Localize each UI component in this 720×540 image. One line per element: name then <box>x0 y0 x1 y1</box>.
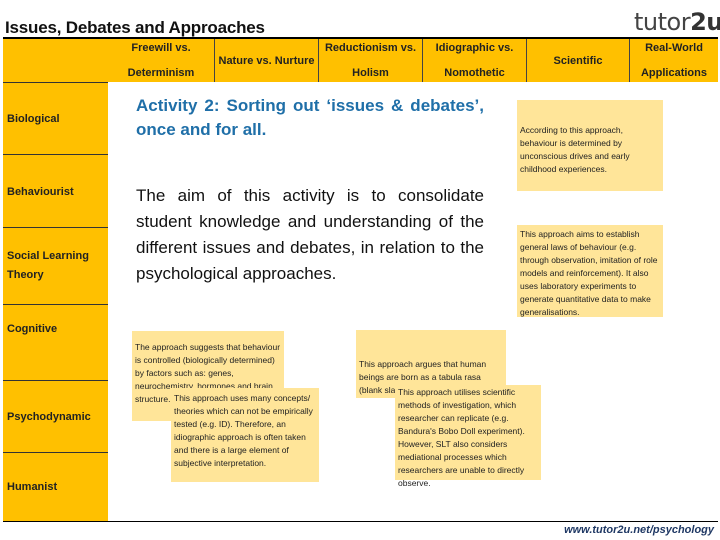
approach-label: Cognitive <box>7 323 58 335</box>
approach-psychodynamic: Psychodynamic <box>3 381 108 453</box>
header-nature-nurture: Nature vs. Nurture <box>214 39 318 82</box>
header-line: Determinism <box>127 67 195 79</box>
card-text: This approach aims to establish general … <box>520 229 658 317</box>
sort-card-psychodynamic-determinism[interactable]: According to this approach, behaviour is… <box>517 100 663 191</box>
header-line: Real-World <box>645 42 703 54</box>
footer-url[interactable]: www.tutor2u.net/psychology <box>564 524 714 536</box>
header-reductionism-holism: Reductionism vs. Holism <box>318 39 422 82</box>
sort-card-psychodynamic-scientific[interactable]: This approach uses many concepts/ theori… <box>171 388 319 482</box>
approach-biological: Biological <box>3 84 108 154</box>
logo-accent: 2u <box>690 8 720 36</box>
header-freewill-determinism: Freewill vs. Determinism <box>108 39 214 82</box>
header-idiographic-nomothetic: Idiographic vs. Nomothetic <box>422 39 526 82</box>
header-line: Freewill vs. <box>131 42 191 54</box>
header-real-world-applications: Real-World Applications <box>629 39 718 82</box>
approaches-sidebar: Biological Behaviourist Social Learning … <box>3 82 108 522</box>
approach-humanist: Humanist <box>3 453 108 522</box>
card-text: This approach utilises scientific method… <box>398 387 525 488</box>
approach-behaviourist: Behaviourist <box>3 155 108 227</box>
page-title: Issues, Debates and Approaches <box>5 18 265 37</box>
activity-description: The aim of this activity is to consolida… <box>136 186 484 283</box>
approach-label: Psychodynamic <box>7 410 91 423</box>
approach-cognitive: Cognitive <box>3 305 108 380</box>
header-line: Applications <box>640 67 707 79</box>
footer-divider <box>3 521 718 522</box>
header-line: Idiographic vs. <box>435 42 514 54</box>
header-line: Nomothetic <box>444 67 505 79</box>
issues-header-bar: Freewill vs. Determinism Nature vs. Nurt… <box>3 37 718 82</box>
header-scientific: Scientific <box>526 39 629 82</box>
header-line: Nature vs. Nurture <box>218 54 315 67</box>
approach-label: Humanist <box>7 481 58 493</box>
tutor2u-logo: tutor2u ✳ <box>634 8 720 36</box>
header-line: Scientific <box>553 54 603 67</box>
card-text: According to this approach, behaviour is… <box>520 125 630 174</box>
sort-card-behaviourist-nomothetic[interactable]: This approach aims to establish general … <box>517 225 663 317</box>
row-divider <box>3 82 108 83</box>
header-line: Reductionism vs. <box>324 42 417 54</box>
approach-label: Social Learning Theory <box>7 250 89 281</box>
approach-label: Behaviourist <box>7 186 74 198</box>
logo-text: tutor <box>634 8 691 36</box>
sort-card-slt-scientific[interactable]: This approach utilises scientific method… <box>395 385 541 488</box>
approach-label: Biological <box>7 112 60 125</box>
approach-social-learning-theory: Social Learning Theory <box>3 228 108 304</box>
card-text: This approach uses many concepts/ theori… <box>174 393 313 468</box>
activity-heading: Activity 2: Sorting out ‘issues & debate… <box>136 96 484 139</box>
header-line: Holism <box>352 67 389 79</box>
